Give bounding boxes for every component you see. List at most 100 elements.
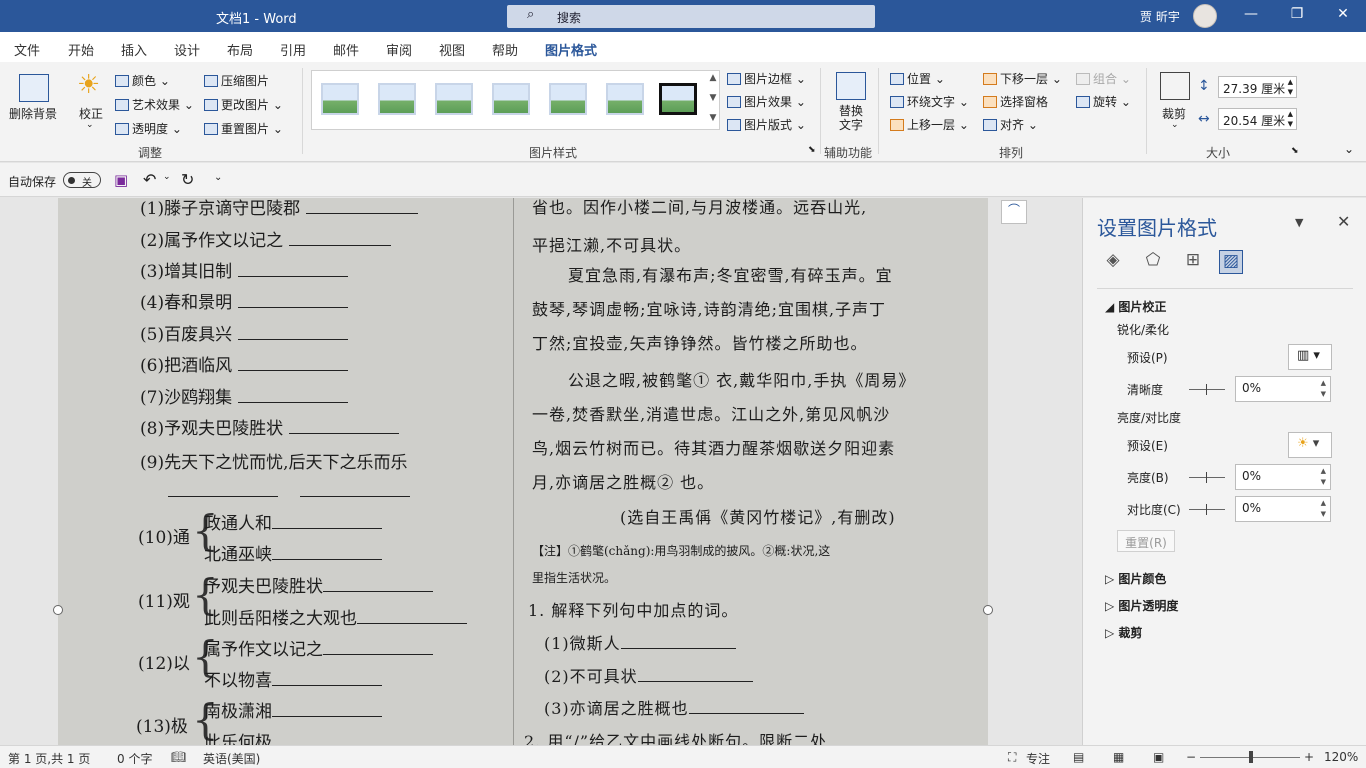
alt-text-button[interactable]: 替换文字 bbox=[838, 104, 864, 132]
brightness-spinner-icon[interactable]: ▲ ▼ bbox=[1321, 466, 1326, 488]
web-layout-icon[interactable]: ▣ bbox=[1153, 750, 1164, 764]
undo-icon[interactable]: ↶ bbox=[143, 170, 156, 189]
save-icon[interactable]: ▣ bbox=[114, 171, 128, 189]
picture-icon[interactable]: ▨ bbox=[1219, 250, 1243, 274]
tab-references[interactable]: 引用 bbox=[280, 40, 306, 59]
remove-background-button[interactable]: 删除背景 bbox=[9, 105, 57, 122]
layout-options-icon[interactable]: ⌒ bbox=[1001, 200, 1027, 224]
document-image[interactable]: (1)滕子京谪守巴陵郡 (2)属予作文以记之 (3)增其旧制 (4)春和景明 (… bbox=[58, 198, 988, 745]
group-button[interactable]: 组合 ⌄ bbox=[1076, 70, 1131, 87]
remove-background-icon[interactable] bbox=[19, 74, 49, 102]
transparency-button[interactable]: 透明度 ⌄ bbox=[115, 120, 182, 137]
tab-layout[interactable]: 布局 bbox=[227, 40, 253, 59]
size-dialog-launcher-icon[interactable]: ⬊ bbox=[1291, 146, 1299, 156]
proofing-icon[interactable]: 📖︎ bbox=[171, 750, 186, 764]
wrap-text-button[interactable]: 环绕文字 ⌄ bbox=[890, 93, 969, 110]
clarity-spinner-icon[interactable]: ▲ ▼ bbox=[1321, 378, 1326, 400]
picture-border-button[interactable]: 图片边框 ⌄ bbox=[727, 70, 806, 87]
preset-sharpen-dropdown[interactable]: ▥ ▾ bbox=[1288, 344, 1332, 370]
resize-handle-left[interactable] bbox=[53, 605, 63, 615]
reset-button[interactable]: 重置(R) bbox=[1117, 530, 1175, 552]
avatar[interactable] bbox=[1193, 4, 1217, 28]
page-count[interactable]: 第 1 页,共 1 页 bbox=[8, 750, 90, 767]
corrections-icon[interactable]: ☀ bbox=[77, 70, 100, 100]
picture-style-2[interactable] bbox=[378, 83, 416, 115]
height-field[interactable]: 27.39 厘米 ▲ ▼ bbox=[1218, 76, 1297, 98]
align-button[interactable]: 对齐 ⌄ bbox=[983, 116, 1038, 133]
picture-style-6[interactable] bbox=[606, 83, 644, 115]
picture-style-7[interactable] bbox=[659, 83, 697, 115]
height-spinner-icon[interactable]: ▲ ▼ bbox=[1288, 77, 1293, 97]
focus-label[interactable]: 专注 bbox=[1026, 750, 1050, 767]
width-field[interactable]: 20.54 厘米 ▲ ▼ bbox=[1218, 108, 1297, 130]
focus-icon[interactable]: ⛶ bbox=[1008, 750, 1016, 765]
picture-style-5[interactable] bbox=[549, 83, 587, 115]
picture-effects-button[interactable]: 图片效果 ⌄ bbox=[727, 93, 806, 110]
clarity-slider[interactable] bbox=[1189, 384, 1225, 395]
contrast-field[interactable]: 0% ▲ ▼ bbox=[1235, 496, 1331, 522]
autosave-toggle[interactable]: 关 bbox=[63, 172, 101, 189]
pane-options-icon[interactable]: ▼ bbox=[1295, 216, 1303, 229]
picture-color-section[interactable]: ▷ 图片颜色 bbox=[1105, 570, 1166, 587]
picture-style-3[interactable] bbox=[435, 83, 473, 115]
gallery-scroll-up-icon[interactable]: ▲ bbox=[706, 73, 720, 83]
position-button[interactable]: 位置 ⌄ bbox=[890, 70, 945, 87]
tab-design[interactable]: 设计 bbox=[174, 40, 200, 59]
minimize-button[interactable]: — bbox=[1236, 6, 1266, 22]
styles-dialog-launcher-icon[interactable]: ⬊ bbox=[808, 145, 816, 155]
user-name[interactable]: 贾 昕宇 bbox=[1140, 8, 1180, 25]
brightness-slider[interactable] bbox=[1189, 472, 1225, 483]
crop-icon[interactable] bbox=[1160, 72, 1190, 100]
picture-corrections-section[interactable]: ◢ 图片校正 bbox=[1105, 298, 1166, 315]
alt-text-icon[interactable] bbox=[836, 72, 866, 100]
picture-transparency-section[interactable]: ▷ 图片透明度 bbox=[1105, 597, 1178, 614]
tab-home[interactable]: 开始 bbox=[68, 40, 94, 59]
width-spinner-icon[interactable]: ▲ ▼ bbox=[1288, 109, 1293, 129]
rotate-button[interactable]: 旋转 ⌄ bbox=[1076, 93, 1131, 110]
reset-picture-button[interactable]: 重置图片 ⌄ bbox=[204, 120, 283, 137]
tab-file[interactable]: 文件 bbox=[14, 40, 40, 59]
restore-button[interactable]: ❐ bbox=[1282, 6, 1312, 22]
zoom-level[interactable]: 120% bbox=[1324, 750, 1358, 764]
artistic-effects-button[interactable]: 艺术效果 ⌄ bbox=[115, 96, 194, 113]
gallery-more-icon[interactable]: ▼ bbox=[706, 113, 720, 123]
brightness-field[interactable]: 0% ▲ ▼ bbox=[1235, 464, 1331, 490]
tab-insert[interactable]: 插入 bbox=[121, 40, 147, 59]
print-layout-icon[interactable]: ▦ bbox=[1113, 750, 1124, 764]
customize-qat-icon[interactable]: ⌄ bbox=[214, 172, 222, 183]
read-mode-icon[interactable]: ▤ bbox=[1073, 750, 1084, 764]
picture-style-4[interactable] bbox=[492, 83, 530, 115]
language-label[interactable]: 英语(美国) bbox=[203, 750, 260, 767]
send-backward-button[interactable]: 下移一层 ⌄ bbox=[983, 70, 1062, 87]
tab-review[interactable]: 审阅 bbox=[386, 40, 412, 59]
zoom-out-icon[interactable]: − bbox=[1186, 750, 1196, 764]
picture-layout-button[interactable]: 图片版式 ⌄ bbox=[727, 116, 806, 133]
contrast-slider[interactable] bbox=[1189, 504, 1225, 515]
zoom-slider-thumb[interactable] bbox=[1249, 751, 1253, 763]
resize-handle-right[interactable] bbox=[983, 605, 993, 615]
compress-pictures-button[interactable]: 压缩图片 bbox=[204, 72, 269, 89]
change-picture-button[interactable]: 更改图片 ⌄ bbox=[204, 96, 283, 113]
close-button[interactable]: ✕ bbox=[1328, 6, 1358, 22]
zoom-in-icon[interactable]: + bbox=[1304, 750, 1314, 764]
effects-icon[interactable]: ⬠ bbox=[1141, 250, 1165, 274]
undo-dropdown-icon[interactable]: ⌄ bbox=[163, 172, 171, 182]
search-box[interactable]: ⌕ 搜索 bbox=[507, 5, 875, 28]
preset-brightness-dropdown[interactable]: ☀ ▾ bbox=[1288, 432, 1332, 458]
redo-icon[interactable]: ↻ bbox=[181, 170, 194, 189]
contrast-spinner-icon[interactable]: ▲ ▼ bbox=[1321, 498, 1326, 520]
corrections-dropdown-icon[interactable]: ⌄ bbox=[86, 120, 94, 130]
pane-close-icon[interactable]: ✕ bbox=[1337, 212, 1350, 231]
bring-forward-button[interactable]: 上移一层 ⌄ bbox=[890, 116, 969, 133]
picture-style-1[interactable] bbox=[321, 83, 359, 115]
color-button[interactable]: 颜色 ⌄ bbox=[115, 72, 170, 89]
layout-properties-icon[interactable]: ⊞ bbox=[1181, 250, 1205, 274]
tab-mailings[interactable]: 邮件 bbox=[333, 40, 359, 59]
tab-help[interactable]: 帮助 bbox=[492, 40, 518, 59]
crop-dropdown-icon[interactable]: ⌄ bbox=[1171, 120, 1179, 130]
fill-line-icon[interactable]: ◈ bbox=[1101, 250, 1125, 274]
tab-view[interactable]: 视图 bbox=[439, 40, 465, 59]
word-count[interactable]: 0 个字 bbox=[117, 750, 152, 767]
gallery-scroll-down-icon[interactable]: ▼ bbox=[706, 93, 720, 103]
crop-section[interactable]: ▷ 裁剪 bbox=[1105, 624, 1142, 641]
